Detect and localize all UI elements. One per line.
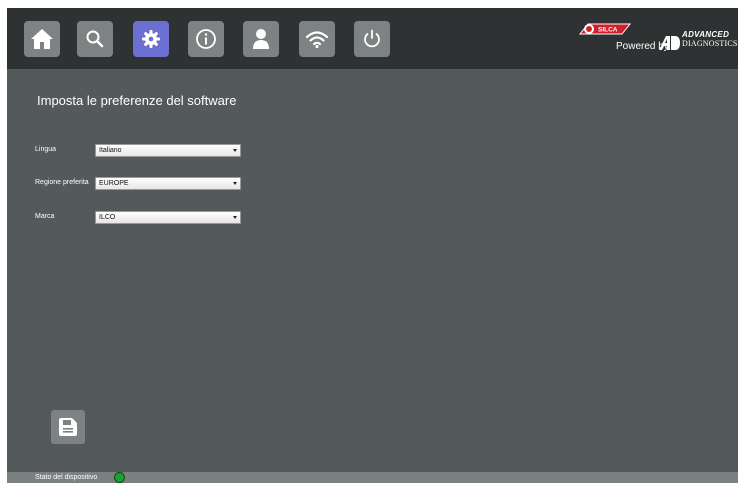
power-icon bbox=[364, 29, 380, 48]
chevron-down-icon bbox=[233, 182, 237, 185]
user-button[interactable] bbox=[243, 21, 279, 57]
save-button[interactable] bbox=[51, 410, 85, 444]
device-status-indicator bbox=[114, 472, 125, 483]
search-button[interactable] bbox=[77, 21, 113, 57]
settings-button[interactable] bbox=[133, 21, 169, 57]
wifi-icon bbox=[305, 31, 329, 49]
status-bar: Stato del dispositivo bbox=[7, 472, 738, 483]
ad-logo-mark bbox=[659, 36, 680, 50]
info-icon bbox=[196, 29, 216, 49]
brand-logo: SILCA Powered by ADVANCED DIAGNOSTICS bbox=[578, 18, 737, 58]
app-window: SILCA Powered by ADVANCED DIAGNOSTICS Im… bbox=[7, 8, 738, 483]
home-icon bbox=[31, 29, 53, 49]
brand-select[interactable]: ILCO bbox=[95, 211, 241, 224]
top-navigation-bar: SILCA Powered by ADVANCED DIAGNOSTICS bbox=[7, 8, 738, 69]
language-select[interactable]: Italiano bbox=[95, 144, 241, 157]
region-select[interactable]: EUROPE bbox=[95, 177, 241, 190]
diagnostics-word: DIAGNOSTICS bbox=[682, 39, 738, 48]
silca-logo-text: SILCA bbox=[598, 27, 618, 34]
gear-icon bbox=[142, 30, 160, 48]
language-select-value: Italiano bbox=[99, 147, 122, 154]
region-label: Regione preferita bbox=[35, 179, 89, 186]
power-button[interactable] bbox=[354, 21, 390, 57]
chevron-down-icon bbox=[233, 216, 237, 219]
search-icon bbox=[86, 30, 104, 48]
advanced-word: ADVANCED bbox=[682, 30, 730, 39]
save-icon bbox=[59, 418, 77, 436]
wifi-button[interactable] bbox=[299, 21, 335, 57]
brand-label: Marca bbox=[35, 213, 55, 220]
device-status-label: Stato del dispositivo bbox=[35, 474, 98, 481]
region-select-value: EUROPE bbox=[99, 180, 129, 187]
language-label: Lingua bbox=[35, 146, 57, 153]
home-button[interactable] bbox=[24, 21, 60, 57]
chevron-down-icon bbox=[233, 149, 237, 152]
page-title: Imposta le preferenze del software bbox=[37, 93, 237, 108]
brand-select-value: ILCO bbox=[99, 214, 116, 221]
user-icon bbox=[253, 29, 269, 49]
info-button[interactable] bbox=[188, 21, 224, 57]
